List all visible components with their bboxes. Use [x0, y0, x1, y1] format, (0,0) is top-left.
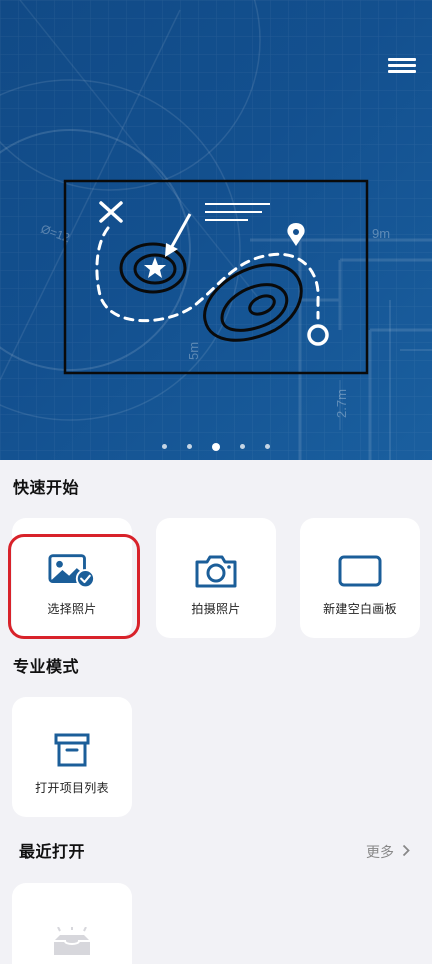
open-project-list-card[interactable]: 打开项目列表: [12, 697, 132, 817]
menu-bar: [388, 58, 416, 61]
new-blank-canvas-label: 新建空白画板: [323, 602, 397, 616]
recent-item-card[interactable]: [12, 883, 132, 964]
blank-canvas-icon: [336, 552, 384, 590]
carousel-dot[interactable]: [212, 442, 220, 451]
carousel-dot[interactable]: [187, 444, 192, 449]
chevron-right-icon: [402, 844, 410, 860]
take-photo-label: 拍摄照片: [191, 602, 241, 616]
highlight-annotation: [8, 534, 140, 639]
hamburger-menu-icon[interactable]: [384, 52, 420, 80]
more-label: 更多: [366, 844, 394, 860]
pro-mode-title: 专业模式: [13, 659, 80, 676]
carousel-indicator: [0, 442, 432, 451]
menu-bar: [388, 64, 416, 67]
carousel-dot[interactable]: [162, 444, 167, 449]
carousel-dot[interactable]: [240, 444, 245, 449]
open-project-list-label: 打开项目列表: [35, 781, 109, 795]
menu-bar: [388, 70, 416, 73]
hero-banner: 9m Ø=12 5m 2.7m: [0, 0, 432, 460]
empty-inbox-icon: [48, 923, 96, 961]
take-photo-card[interactable]: 拍摄照片: [156, 518, 276, 638]
new-blank-canvas-card[interactable]: 新建空白画板: [300, 518, 420, 638]
recent-title: 最近打开: [19, 844, 86, 861]
archive-box-icon: [48, 731, 96, 769]
carousel-dot[interactable]: [265, 444, 270, 449]
map-illustration: [63, 179, 369, 375]
more-link[interactable]: 更多: [366, 842, 410, 862]
camera-icon: [192, 552, 240, 590]
quick-start-title: 快速开始: [13, 480, 80, 497]
